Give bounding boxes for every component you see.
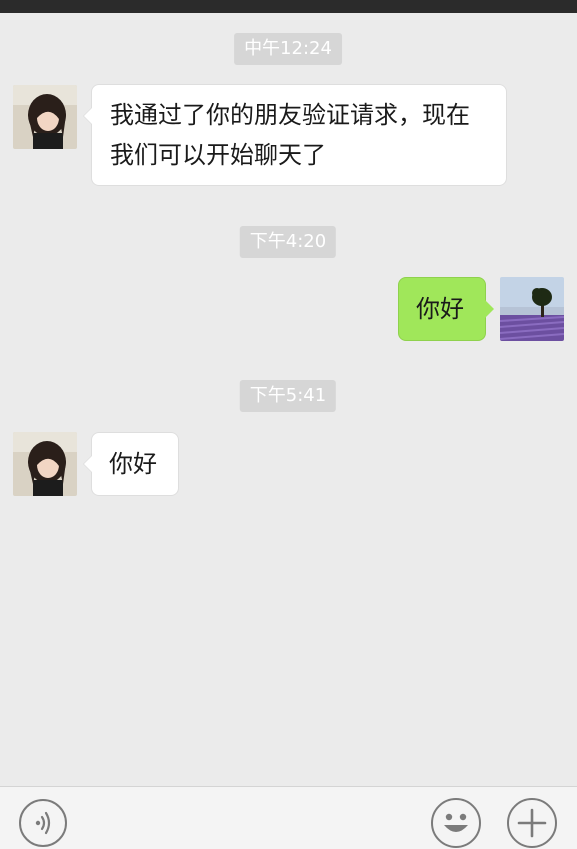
timestamp-badge: 中午12:24 [234, 33, 342, 65]
plus-icon [517, 808, 547, 838]
timestamp-badge: 下午4:20 [239, 226, 337, 258]
smiley-face-icon [444, 813, 468, 832]
voice-wave-icon [35, 811, 51, 835]
incoming-message-bubble[interactable]: 你好 [83, 432, 179, 496]
incoming-message-bubble[interactable]: 我通过了你的朋友验证请求，现在 我们可以开始聊天了 [83, 84, 507, 186]
chat-message-list[interactable]: 中午12:24 我通过了你的朋友验证请求，现在 我们可以开始聊天了 下午4:20… [0, 13, 577, 786]
message-text: 我通过了你的朋友验证请求，现在 我们可以开始聊天了 [110, 101, 470, 169]
outgoing-message-bubble[interactable]: 你好 [398, 277, 494, 341]
voice-input-button[interactable] [19, 799, 67, 847]
contact-avatar[interactable] [13, 85, 77, 149]
status-bar [0, 0, 577, 13]
timestamp-badge: 下午5:41 [239, 380, 337, 412]
message-text: 你好 [416, 295, 464, 323]
contact-avatar[interactable] [13, 432, 77, 496]
chat-input-bar [0, 786, 577, 849]
message-text: 你好 [109, 450, 157, 478]
my-avatar[interactable] [500, 277, 564, 341]
emoji-button[interactable] [431, 798, 481, 848]
more-functions-button[interactable] [507, 798, 557, 848]
